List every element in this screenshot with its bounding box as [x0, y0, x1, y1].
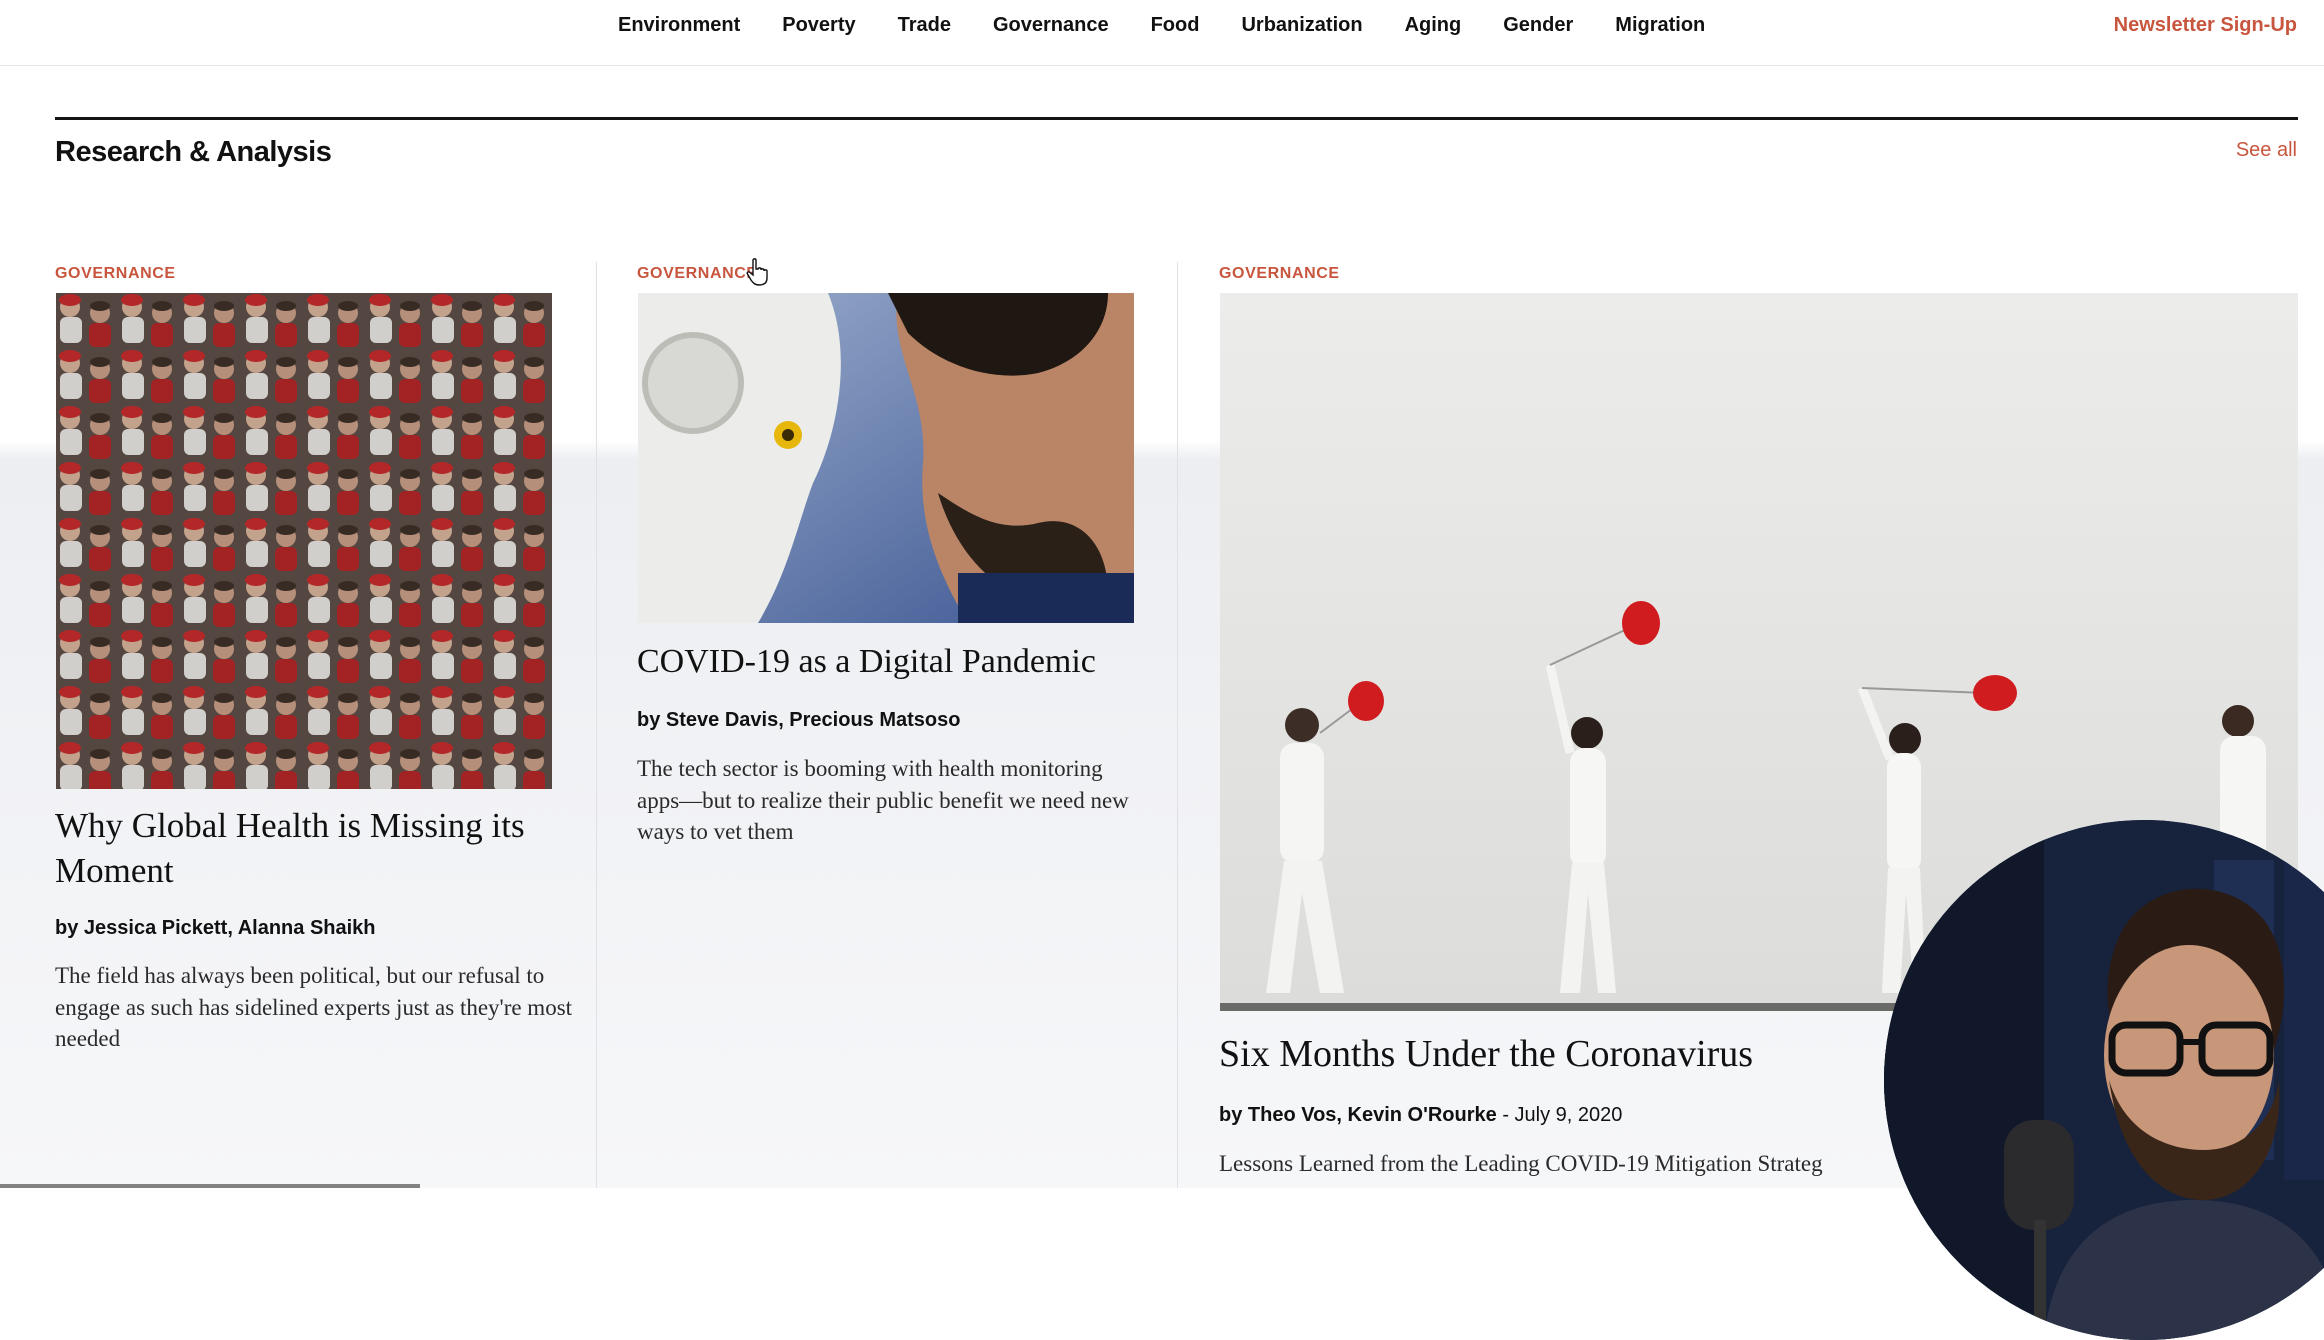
- top-navigation: Environment Poverty Trade Governance Foo…: [0, 0, 2324, 66]
- see-all-link[interactable]: See all: [2236, 139, 2297, 162]
- article-date: - July 9, 2020: [1496, 1104, 1623, 1126]
- article-byline: by Steve Davis, Precious Matsoso: [637, 709, 960, 732]
- article-thumbnail[interactable]: [638, 293, 1134, 623]
- article-byline: by Jessica Pickett, Alanna Shaikh: [55, 917, 376, 940]
- article-category[interactable]: GOVERNANCE: [637, 265, 758, 283]
- nav-link-food[interactable]: Food: [1151, 14, 1200, 37]
- nav-link-poverty[interactable]: Poverty: [782, 14, 855, 37]
- section-title: Research & Analysis: [55, 136, 332, 168]
- article-authors: by Steve Davis, Precious Matsoso: [637, 709, 961, 731]
- article-byline: by Theo Vos, Kevin O'Rourke - July 9, 20…: [1219, 1104, 1622, 1127]
- article-authors: by Theo Vos, Kevin O'Rourke: [1219, 1104, 1497, 1126]
- nav-link-aging[interactable]: Aging: [1405, 14, 1462, 37]
- robot-and-man-photo: [638, 293, 1134, 623]
- scroll-progress-bar: [0, 1184, 420, 1188]
- article-deck: The field has always been political, but…: [55, 963, 573, 1052]
- article-title[interactable]: COVID-19 as a Digital Pandemic: [637, 640, 1157, 684]
- column-divider: [596, 262, 597, 1188]
- column-divider: [1177, 262, 1178, 1188]
- nav-link-gender[interactable]: Gender: [1503, 14, 1573, 37]
- article-deck: The tech sector is booming with health m…: [637, 756, 1129, 845]
- nav-link-environment[interactable]: Environment: [618, 14, 740, 37]
- article-thumbnail[interactable]: [56, 293, 552, 789]
- section-divider: [55, 117, 2298, 120]
- crowd-red-caps-photo: [56, 293, 552, 789]
- hand-cursor-icon: [746, 258, 768, 286]
- article-category[interactable]: GOVERNANCE: [55, 265, 176, 283]
- nav-link-migration[interactable]: Migration: [1615, 14, 1705, 37]
- article-authors: by Jessica Pickett, Alanna Shaikh: [55, 917, 376, 939]
- article-title[interactable]: Why Global Health is Missing its Moment: [55, 804, 575, 894]
- article-category[interactable]: GOVERNANCE: [1219, 265, 1340, 283]
- newsletter-signup-link[interactable]: Newsletter Sign-Up: [2114, 14, 2297, 37]
- topic-nav: Environment Poverty Trade Governance Foo…: [618, 14, 1747, 37]
- nav-link-urbanization[interactable]: Urbanization: [1241, 14, 1362, 37]
- nav-link-governance[interactable]: Governance: [993, 14, 1109, 37]
- nav-link-trade[interactable]: Trade: [898, 14, 951, 37]
